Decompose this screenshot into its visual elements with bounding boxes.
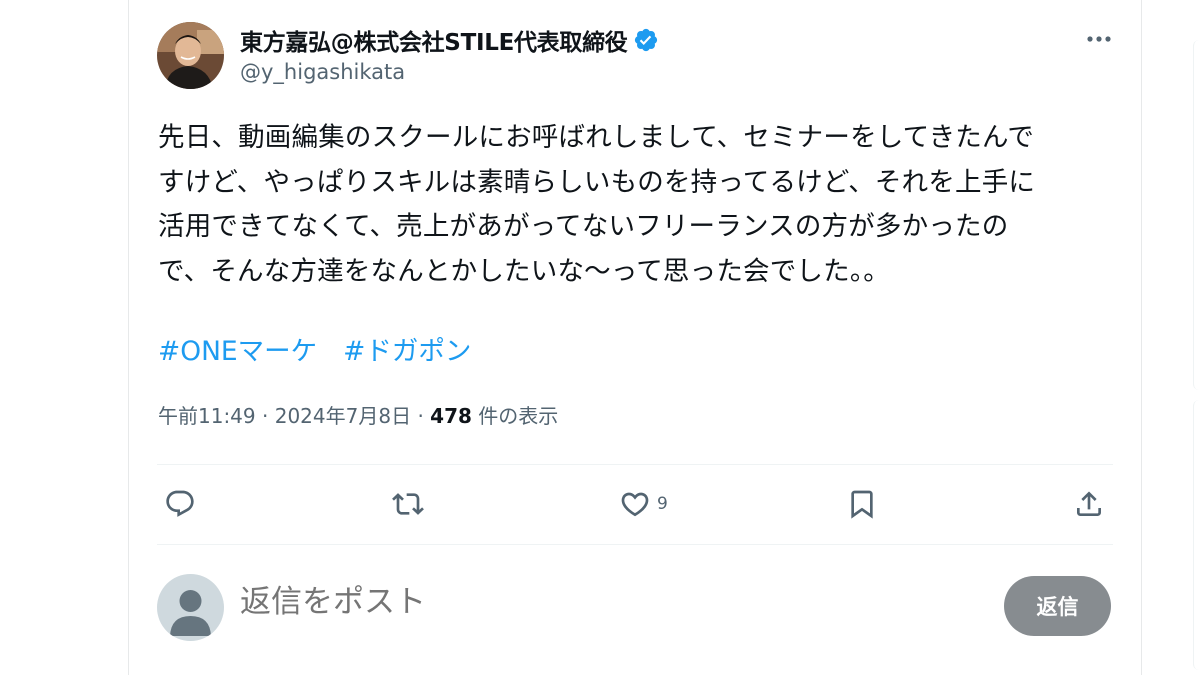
bookmark-icon: [851, 490, 873, 519]
views-count: 478: [430, 404, 472, 428]
author-name[interactable]: 東方嘉弘@株式会社STILE代表取締役: [240, 23, 628, 57]
post-text-line: 先日、動画編集のスクールにお呼ばれしまして、セミナーをしてきたんで: [158, 122, 1035, 153]
hashtag-link[interactable]: #ドガポン: [343, 336, 471, 367]
timeline-right-border: [1141, 0, 1142, 675]
post-text: 先日、動画編集のスクールにお呼ばれしまして、セミナーをしてきたんで すけど、やっ…: [158, 116, 1118, 294]
heart-icon: [621, 492, 649, 517]
repost-icon: [392, 493, 424, 515]
views-label: 件の表示: [478, 404, 559, 428]
user-avatar-placeholder[interactable]: [157, 574, 224, 641]
sidebar-card-edge: [1193, 40, 1200, 390]
verified-badge-icon: [635, 28, 658, 52]
divider: [157, 544, 1113, 545]
author-avatar[interactable]: [157, 22, 224, 89]
post-meta: 午前11:49 · 2024年7月8日 · 478 件の表示: [158, 400, 558, 432]
reply-submit-button[interactable]: 返信: [1004, 576, 1111, 636]
reply-button[interactable]: [164, 484, 196, 524]
post-text-line: で、そんな方達をなんとかしたいな〜って思った会でした。。: [158, 255, 890, 287]
share-button[interactable]: [1073, 484, 1105, 524]
reply-icon: [166, 490, 194, 517]
timeline-left-border: [128, 0, 129, 675]
more-options-icon[interactable]: [1083, 26, 1115, 52]
divider: [157, 464, 1113, 465]
repost-button[interactable]: [392, 484, 424, 524]
sidebar-card-edge: [1193, 400, 1200, 670]
reply-input[interactable]: [240, 584, 940, 620]
meta-separator: ·: [417, 404, 424, 428]
post-date[interactable]: 2024年7月8日: [275, 404, 411, 428]
meta-separator: ·: [262, 404, 269, 428]
post-text-line: 活用できてなくて、売上があがってないフリーランスの方が多かったの: [158, 211, 1009, 242]
hashtag-row: #ONEマーケ #ドガポン: [158, 330, 471, 374]
bookmark-button[interactable]: [846, 484, 878, 524]
author-handle[interactable]: @y_higashikata: [240, 60, 405, 84]
author-name-row: 東方嘉弘@株式会社STILE代表取締役: [240, 24, 659, 56]
post-text-line: すけど、やっぱりスキルは素晴らしいものを持ってるけど、それを上手に: [158, 166, 1036, 198]
hashtag-link[interactable]: #ONEマーケ: [158, 336, 317, 367]
like-count: 9: [657, 494, 668, 514]
share-icon: [1077, 491, 1101, 516]
post-time[interactable]: 午前11:49: [158, 404, 256, 428]
like-button[interactable]: 9: [619, 484, 668, 524]
